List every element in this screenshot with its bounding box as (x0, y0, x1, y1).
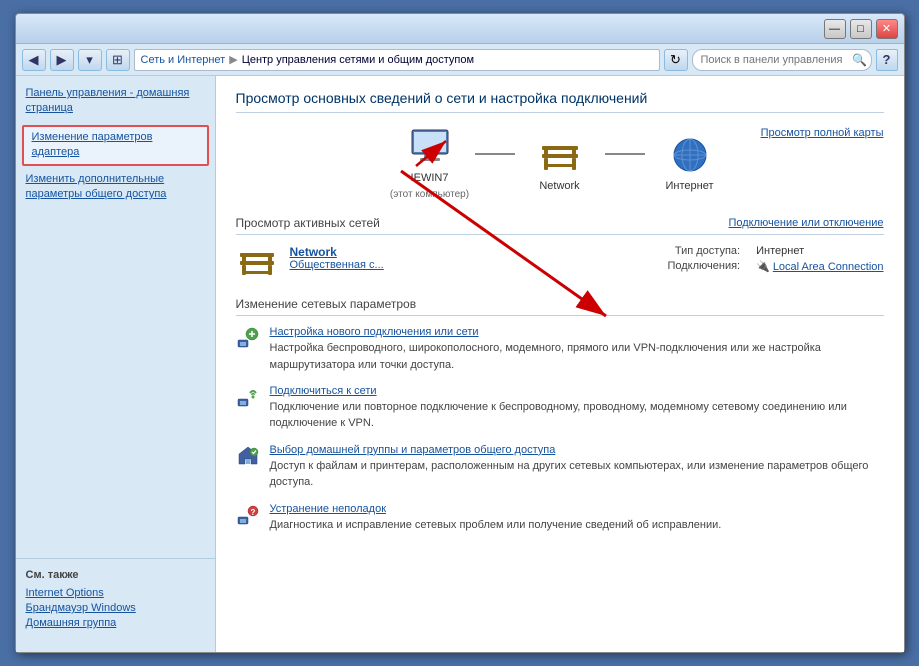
settings-item-3: ? Устранение неполадок Диагностика и исп… (236, 503, 884, 533)
new-connection-desc: Настройка беспроводного, широкополосного… (270, 342, 821, 370)
settings-item-0: Настройка нового подключения или сети На… (236, 326, 884, 373)
homegroup-link[interactable]: Домашняя группа (26, 617, 205, 629)
folder-icon: ⊞ (106, 49, 130, 71)
troubleshoot-icon: ? (236, 503, 260, 527)
help-button[interactable]: ? (876, 49, 898, 71)
new-connection-link[interactable]: Настройка нового подключения или сети (270, 326, 884, 338)
active-networks-header: Просмотр активных сетей Подключение или … (236, 216, 884, 235)
access-type-value: Интернет (756, 245, 883, 257)
internet-options-link[interactable]: Internet Options (26, 587, 205, 599)
settings-text-1: Подключиться к сети Подключение или повт… (270, 385, 884, 432)
detail-values: Интернет 🔌 Local Area Connection (756, 245, 883, 273)
homegroup-settings-link[interactable]: Выбор домашней группы и параметров общег… (270, 444, 884, 456)
settings-text-0: Настройка нового подключения или сети На… (270, 326, 884, 373)
settings-text-3: Устранение неполадок Диагностика и испра… (270, 503, 884, 533)
connect-disconnect-link[interactable]: Подключение или отключение (728, 217, 883, 229)
breadcrumb: IEWIN7 Сеть и Интернет ▶ Центр управлени… (134, 49, 660, 71)
dropdown-button[interactable]: ▾ (78, 49, 102, 71)
settings-item-1: Подключиться к сети Подключение или повт… (236, 385, 884, 432)
sidebar-item-adapter-label: Изменение параметров адаптера (32, 131, 153, 158)
title-bar: — □ ✕ (16, 14, 904, 44)
detail-labels: Тип доступа: Подключения: (667, 245, 740, 273)
forward-button[interactable]: ▶ (50, 49, 74, 71)
connect-link[interactable]: Подключиться к сети (270, 385, 884, 397)
homegroup-icon (236, 444, 260, 468)
network-node: Network (515, 135, 605, 193)
homegroup-desc: Доступ к файлам и принтерам, расположенн… (270, 460, 869, 488)
breadcrumb-item-1[interactable]: Сеть и Интернет (141, 54, 226, 66)
connections-value[interactable]: Local Area Connection (773, 261, 884, 273)
search-input[interactable] (692, 49, 872, 71)
connection-icon: 🔌 (756, 260, 770, 273)
connect-desc: Подключение или повторное подключение к … (270, 401, 847, 429)
breadcrumb-separator: ▶ (229, 53, 237, 66)
connections-label: Подключения: (667, 260, 740, 272)
refresh-button[interactable]: ↻ (664, 49, 688, 71)
title-bar-controls: — □ ✕ (824, 19, 898, 39)
active-networks-title: Просмотр активных сетей (236, 216, 729, 230)
sidebar-item-sharing[interactable]: Изменить дополнительные параметры общего… (16, 168, 215, 207)
main-panel: Просмотр основных сведений о сети и наст… (216, 76, 904, 652)
sidebar-home-link[interactable]: Панель управления - домашняя страница (16, 86, 215, 123)
internet-label: Интернет (666, 179, 714, 193)
internet-node: Интернет (645, 135, 735, 193)
back-button[interactable]: ◀ (22, 49, 46, 71)
line-2 (605, 153, 645, 155)
sidebar-item-sharing-label: Изменить дополнительные параметры общего… (26, 173, 167, 200)
computer-icon (406, 127, 454, 167)
change-settings-section: Изменение сетевых параметров Настройка н… (236, 297, 884, 533)
also-title: См. также (26, 569, 205, 581)
maximize-button[interactable]: □ (850, 19, 872, 39)
network-details: Тип доступа: Подключения: Интернет 🔌 Loc… (667, 245, 883, 273)
active-network-item: Network Общественная с... Тип доступа: П… (236, 245, 884, 281)
settings-item-2: Выбор домашней группы и параметров общег… (236, 444, 884, 491)
firewall-link[interactable]: Брандмауэр Windows (26, 602, 205, 614)
change-settings-title: Изменение сетевых параметров (236, 297, 884, 316)
access-type-label: Тип доступа: (667, 245, 740, 257)
address-bar: ◀ ▶ ▾ ⊞ IEWIN7 Сеть и Интернет ▶ Центр у… (16, 44, 904, 76)
computer-sublabel: (этот компьютер) (390, 189, 469, 200)
network-map: Просмотр полной карты IEWIN7 (236, 127, 884, 200)
network-bench-icon (236, 245, 278, 281)
sidebar: Панель управления - домашняя страница Из… (16, 76, 216, 652)
main-window: — □ ✕ ◀ ▶ ▾ ⊞ IEWIN7 Сеть и Интернет ▶ Ц… (15, 13, 905, 653)
content-area: Панель управления - домашняя страница Из… (16, 76, 904, 652)
computer-node: IEWIN7 (этот компьютер) (385, 127, 475, 200)
network-info: Network Общественная с... (290, 245, 656, 271)
search-wrap: 🔍 (692, 49, 872, 71)
view-full-map-link[interactable]: Просмотр полной карты (761, 127, 884, 139)
computer-label: IEWIN7 (411, 171, 449, 185)
network-label: Network (539, 179, 579, 193)
settings-text-2: Выбор домашней группы и параметров общег… (270, 444, 884, 491)
bench-icon (536, 135, 584, 175)
breadcrumb-item-2: Центр управления сетями и общим доступом (242, 54, 474, 66)
network-type[interactable]: Общественная с... (290, 259, 656, 271)
sidebar-also-section: См. также Internet Options Брандмауэр Wi… (16, 558, 215, 642)
panel-title: Просмотр основных сведений о сети и наст… (236, 90, 884, 113)
troubleshoot-link[interactable]: Устранение неполадок (270, 503, 884, 515)
connect-icon (236, 385, 260, 409)
troubleshoot-desc: Диагностика и исправление сетевых пробле… (270, 519, 722, 531)
globe-icon (666, 135, 714, 175)
search-icon[interactable]: 🔍 (852, 52, 868, 68)
close-button[interactable]: ✕ (876, 19, 898, 39)
line-1 (475, 153, 515, 155)
new-connection-icon (236, 326, 260, 350)
network-name[interactable]: Network (290, 245, 656, 259)
sidebar-item-adapter[interactable]: Изменение параметров адаптера (22, 125, 209, 166)
svg-text:?: ? (250, 508, 255, 517)
minimize-button[interactable]: — (824, 19, 846, 39)
